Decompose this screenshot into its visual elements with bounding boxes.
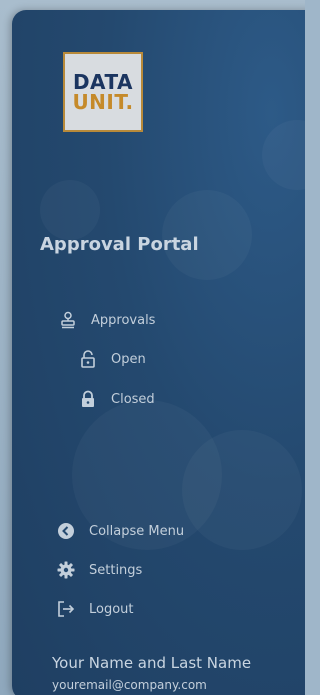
logout-icon — [57, 600, 75, 618]
stamp-icon — [59, 311, 77, 329]
nav-item-label: Open — [111, 351, 146, 367]
locked-icon — [79, 390, 97, 408]
portal-title: Approval Portal — [40, 234, 199, 255]
background-bubble — [40, 180, 100, 240]
collapse-menu-button[interactable]: Collapse Menu — [57, 522, 184, 540]
sidebar: DATA UNIT. Approval Portal Approvals Ope… — [12, 10, 305, 695]
page: DATA UNIT. Approval Portal Approvals Ope… — [0, 0, 305, 695]
unlocked-icon — [79, 350, 97, 368]
nav-item-open[interactable]: Open — [79, 350, 146, 368]
user-email: youremail@company.com — [52, 678, 207, 692]
gear-icon — [57, 561, 75, 579]
arrow-left-circle-icon — [57, 522, 75, 540]
nav-item-approvals[interactable]: Approvals — [59, 311, 155, 329]
background-bubble — [182, 430, 302, 550]
brand-logo[interactable]: DATA UNIT. — [63, 52, 143, 132]
nav-item-label: Logout — [89, 601, 134, 617]
user-name: Your Name and Last Name — [52, 654, 252, 672]
logout-button[interactable]: Logout — [57, 600, 134, 618]
nav-item-label: Closed — [111, 391, 155, 407]
nav-item-closed[interactable]: Closed — [79, 390, 155, 408]
logo-text-data: DATA — [72, 70, 134, 94]
nav-item-label: Approvals — [91, 312, 156, 328]
logo-text-unit: UNIT. — [72, 90, 134, 114]
nav-item-label: Settings — [89, 562, 143, 578]
nav-item-label: Collapse Menu — [89, 523, 185, 539]
background-bubble — [262, 120, 305, 190]
settings-button[interactable]: Settings — [57, 561, 142, 579]
